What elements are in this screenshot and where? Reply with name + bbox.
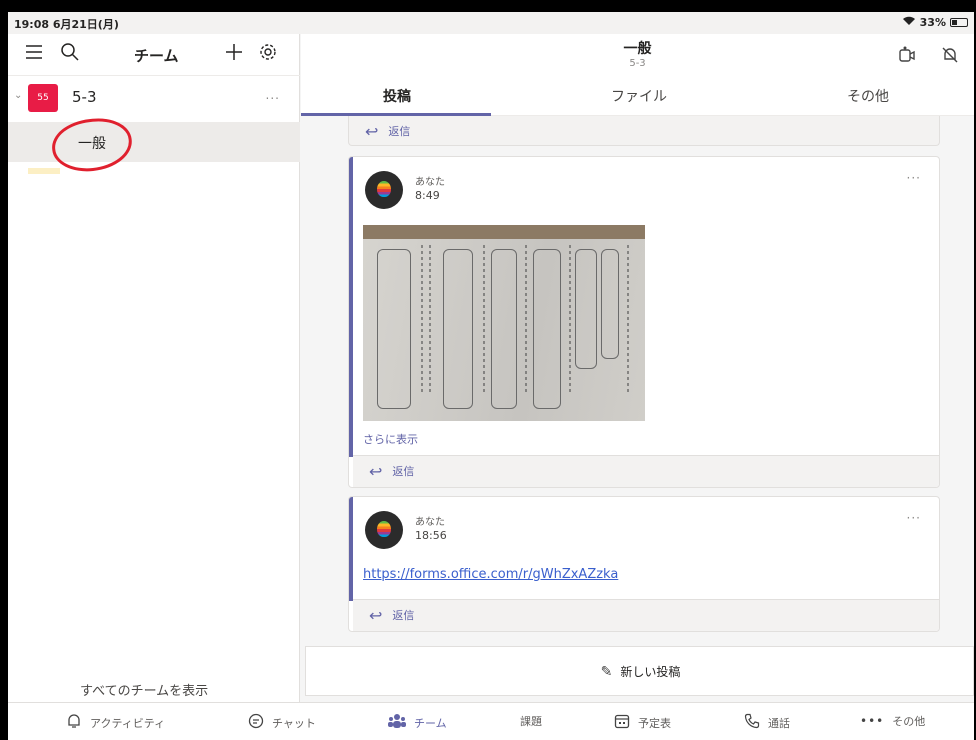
chat-icon bbox=[248, 713, 264, 733]
post-footer: ↩ 返信 bbox=[353, 599, 939, 631]
show-more-link[interactable]: さらに表示 bbox=[363, 431, 418, 447]
calendar-icon bbox=[614, 713, 630, 733]
nav-chat[interactable]: チャット bbox=[248, 713, 316, 733]
teams-list-pane: チーム ⌄ 55 5-3 ... 一般 すべてのチームを表示 bbox=[8, 34, 300, 702]
post-time: 8:49 bbox=[415, 189, 440, 202]
teams-title: チーム bbox=[134, 47, 179, 65]
nav-label: 予定表 bbox=[638, 717, 671, 730]
reply-button[interactable]: ↩ 返信 bbox=[353, 456, 939, 486]
nav-label: アクティビティ bbox=[90, 717, 166, 730]
channel-tabs: 投稿 ファイル その他 bbox=[301, 76, 974, 116]
status-bar: 19:08 6月21日(月) 33% bbox=[8, 12, 974, 34]
post-author: あなた bbox=[415, 177, 445, 188]
worksheet-photo bbox=[363, 239, 645, 421]
post-image[interactable] bbox=[363, 225, 645, 421]
nav-activity[interactable]: アクティビティ bbox=[66, 713, 165, 733]
team-avatar: 55 bbox=[28, 84, 58, 112]
post-footer: ↩ 返信 bbox=[353, 455, 939, 487]
nav-label: その他 bbox=[892, 715, 926, 728]
post-accent-bar bbox=[349, 497, 353, 601]
posts-feed: ↩ 返信 あなた 8:49 ··· さらに表示 ↩ 返信 あなた 18:56 ·… bbox=[301, 116, 974, 644]
reply-arrow-icon: ↩ bbox=[365, 121, 379, 141]
forms-link[interactable]: https://forms.office.com/r/gWhZxAZzka bbox=[363, 567, 618, 582]
bottom-nav: アクティビティ チャット チーム 課題 予定表 通話 ••• その他 bbox=[8, 702, 974, 740]
post-time: 18:56 bbox=[415, 529, 447, 542]
new-post-label: 新しい投稿 bbox=[620, 665, 681, 679]
chevron-down-icon[interactable]: ⌄ bbox=[14, 90, 22, 101]
reply-arrow-icon: ↩ bbox=[369, 605, 383, 625]
post-more-icon[interactable]: ··· bbox=[907, 511, 921, 525]
reply-arrow-icon: ↩ bbox=[369, 461, 383, 481]
add-icon[interactable] bbox=[224, 42, 244, 67]
reply-label: 返信 bbox=[392, 609, 415, 622]
new-post-button[interactable]: ✎ 新しい投稿 bbox=[306, 663, 975, 680]
compose-icon: ✎ bbox=[600, 664, 613, 680]
nav-label: 通話 bbox=[768, 717, 790, 730]
gear-icon[interactable] bbox=[258, 42, 278, 67]
avatar[interactable] bbox=[365, 171, 403, 209]
channel-subtitle: 5-3 bbox=[629, 58, 646, 69]
post-author: あなた bbox=[415, 517, 445, 528]
new-post-bar[interactable]: ✎ 新しい投稿 bbox=[305, 646, 974, 696]
battery-icon bbox=[950, 18, 968, 27]
reply-button[interactable]: ↩ 返信 bbox=[349, 116, 939, 146]
nav-calls[interactable]: 通話 bbox=[744, 713, 790, 733]
nav-teams[interactable]: チーム bbox=[388, 713, 447, 733]
teams-icon bbox=[388, 713, 406, 733]
hamburger-menu-icon[interactable] bbox=[24, 42, 44, 67]
status-time: 19:08 6月21日(月) bbox=[14, 18, 119, 31]
status-battery: 33% bbox=[902, 16, 968, 29]
meet-icon[interactable] bbox=[899, 46, 915, 68]
reply-label: 返信 bbox=[392, 465, 415, 478]
reply-button[interactable]: ↩ 返信 bbox=[353, 600, 939, 630]
bell-icon bbox=[66, 713, 82, 733]
channel-title: 一般 bbox=[623, 41, 652, 57]
battery-percent: 33% bbox=[919, 16, 946, 29]
tab-posts[interactable]: 投稿 bbox=[383, 86, 411, 106]
wifi-icon bbox=[902, 16, 916, 29]
frame-left bbox=[0, 0, 8, 740]
frame-top bbox=[0, 0, 976, 12]
bell-mute-icon[interactable] bbox=[941, 46, 959, 68]
teams-list-header: チーム bbox=[8, 34, 300, 76]
more-icon: ••• bbox=[860, 714, 885, 728]
show-all-teams-link[interactable]: すべてのチームを表示 bbox=[80, 680, 208, 699]
post-more-icon[interactable]: ··· bbox=[907, 171, 921, 185]
tab-files[interactable]: ファイル bbox=[611, 86, 667, 106]
reply-label: 返信 bbox=[388, 125, 411, 138]
team-row[interactable]: ⌄ 55 5-3 ... bbox=[8, 78, 300, 118]
reply-stub: ↩ 返信 bbox=[348, 116, 940, 146]
post-card: あなた 18:56 ··· https://forms.office.com/r… bbox=[348, 496, 940, 632]
channel-pane: 一般 5-3 投稿 ファイル その他 ↩ 返信 あなた 8:49 ··· さらに… bbox=[301, 34, 974, 702]
team-more-icon[interactable]: ... bbox=[266, 88, 280, 102]
apple-logo-icon bbox=[377, 521, 391, 537]
nav-label: チーム bbox=[414, 717, 447, 730]
tab-more[interactable]: その他 bbox=[847, 86, 889, 106]
nav-label: チャット bbox=[272, 717, 316, 730]
screen: 19:08 6月21日(月) 33% チーム ⌄ 55 5-3 ... 一般 す… bbox=[0, 0, 976, 740]
post-accent-bar bbox=[349, 157, 353, 457]
channel-header: 一般 5-3 bbox=[301, 34, 974, 76]
apple-logo-icon bbox=[377, 181, 391, 197]
post-card: あなた 8:49 ··· さらに表示 ↩ 返信 bbox=[348, 156, 940, 488]
nav-calendar[interactable]: 予定表 bbox=[614, 713, 671, 733]
phone-icon bbox=[744, 713, 760, 733]
search-icon[interactable] bbox=[60, 42, 80, 67]
nav-more[interactable]: ••• その他 bbox=[860, 713, 925, 729]
highlight-strip bbox=[28, 168, 60, 174]
team-name: 5-3 bbox=[72, 88, 97, 106]
nav-label: 課題 bbox=[520, 715, 542, 728]
nav-assignments[interactable]: 課題 bbox=[520, 713, 542, 729]
avatar[interactable] bbox=[365, 511, 403, 549]
